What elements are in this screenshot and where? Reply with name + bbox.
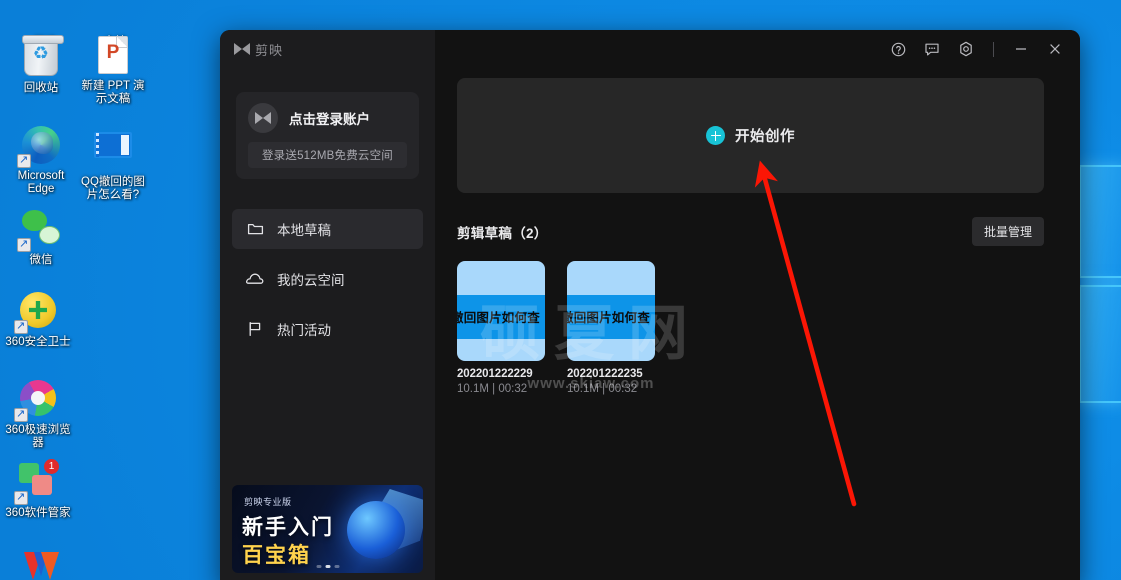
360-browser-icon — [14, 380, 60, 422]
draft-name: 202201222229 — [457, 368, 533, 380]
promo-orb-decor — [347, 501, 405, 559]
desktop-icon-qq-video[interactable]: QQ撤回的图 片怎么看? — [76, 126, 150, 202]
desktop-icon-label: Microsoft — [17, 170, 65, 182]
desktop-icon-label: 360软件管家 — [5, 507, 71, 519]
edge-browser-icon — [17, 126, 63, 168]
wechat-icon — [17, 210, 63, 252]
desktop-icon-label: 回收站 — [23, 82, 59, 94]
desktop-icon-recycle-bin[interactable]: 回收站 — [4, 35, 78, 95]
drafts-grid: 撤回图片如何查 202201222229 10.1M | 00:32 撤回图片如… — [457, 261, 1044, 395]
badge-count: 1 — [44, 459, 59, 474]
flag-icon — [246, 320, 264, 338]
desktop-icon-label: 新建 PPT 演 — [81, 80, 145, 92]
minimize-button[interactable] — [1006, 35, 1036, 63]
jianying-app-window: 剪映 点击登录账户 登录送512MB免费云空间 本地草稿 我的云空间 热门活动 … — [220, 30, 1080, 580]
app-brand-label: 剪映 — [255, 42, 284, 58]
draft-meta: 10.1M | 00:32 — [567, 383, 638, 395]
draft-name: 202201222235 — [567, 368, 643, 380]
drafts-title: 剪辑草稿（2） — [457, 225, 548, 241]
desktop-icon-label-2: 器 — [32, 437, 44, 449]
draft-thumbnail[interactable]: 撤回图片如何查 — [567, 261, 655, 361]
window-controls — [883, 35, 1080, 63]
gear-icon[interactable] — [951, 35, 981, 63]
desktop-icon-label: 微信 — [29, 254, 53, 266]
sidebar-item-local-drafts[interactable]: 本地草稿 — [232, 209, 423, 249]
account-promo-label: 登录送512MB免费云空间 — [248, 142, 407, 168]
account-login-label: 点击登录账户 — [289, 112, 370, 127]
help-icon[interactable] — [883, 35, 913, 63]
video-file-icon — [91, 132, 135, 172]
desktop-icon-edge[interactable]: Microsoft Edge — [4, 126, 78, 196]
desktop-icon-label-2: 片怎么看? — [86, 189, 140, 201]
desktop-icon-360-browser[interactable]: 360极速浏览 器 — [1, 378, 75, 450]
desktop-icon-label: 360安全卫士 — [5, 336, 71, 348]
sidebar-nav: 本地草稿 我的云空间 热门活动 — [220, 209, 435, 359]
draft-thumbnail[interactable]: 撤回图片如何查 — [457, 261, 545, 361]
thumbnail-text: 撤回图片如何查 — [457, 311, 540, 325]
desktop-icon-wps[interactable] — [4, 548, 78, 580]
promo-line-1: 新手入门 — [242, 516, 334, 539]
desktop-icon-label-2: Edge — [27, 183, 55, 195]
jianying-logo-icon — [234, 43, 250, 55]
recycle-bin-icon — [19, 35, 64, 78]
batch-manage-button[interactable]: 批量管理 — [971, 217, 1044, 246]
screen-root: 网络 文档 回收站 新建 PPT 演 示文稿 Microsoft Edge QQ… — [0, 0, 1121, 580]
cloud-icon — [246, 270, 264, 288]
account-login-card[interactable]: 点击登录账户 登录送512MB免费云空间 — [236, 92, 419, 179]
360-safe-icon — [14, 292, 60, 334]
desktop-icon-label: QQ撤回的图 — [81, 176, 145, 188]
avatar — [248, 103, 278, 133]
app-brand: 剪映 — [234, 40, 283, 59]
desktop-icon-wechat[interactable]: 微信 — [4, 207, 78, 267]
folder-icon — [246, 220, 264, 238]
360-software-manager-icon: 1 — [14, 459, 60, 505]
drafts-header: 剪辑草稿（2） 批量管理 — [457, 217, 1044, 246]
close-button[interactable] — [1040, 35, 1070, 63]
desktop-icon-360-safe[interactable]: 360安全卫士 — [1, 290, 75, 349]
draft-meta: 10.1M | 00:32 — [457, 383, 528, 395]
thumbnail-text: 撤回图片如何查 — [567, 311, 650, 325]
windows-logo-wallpaper — [1075, 165, 1121, 405]
promo-banner[interactable]: 剪映专业版 新手入门 百宝箱 — [232, 485, 423, 573]
promo-logo-label: 剪映专业版 — [244, 497, 292, 507]
promo-pagination-dots[interactable] — [316, 565, 339, 568]
sidebar-item-label: 热门活动 — [277, 323, 331, 338]
start-creating-button[interactable]: 开始创作 — [457, 78, 1044, 193]
app-main-content: 开始创作 剪辑草稿（2） 批量管理 撤回图片如何查 202201222229 1… — [435, 30, 1080, 580]
promo-line-2: 百宝箱 — [242, 544, 311, 567]
titlebar-divider — [993, 41, 994, 57]
sidebar-item-label: 本地草稿 — [277, 223, 331, 238]
draft-card[interactable]: 撤回图片如何查 202201222229 10.1M | 00:32 — [457, 261, 545, 395]
desktop-icon-label-2: 示文稿 — [95, 93, 131, 105]
plus-icon — [706, 126, 725, 145]
desktop-icon-360-manager[interactable]: 1 360软件管家 — [1, 459, 75, 520]
sidebar-item-label: 我的云空间 — [277, 273, 345, 288]
desktop-icon-label: 360极速浏览 — [5, 424, 71, 436]
feedback-icon[interactable] — [917, 35, 947, 63]
draft-card[interactable]: 撤回图片如何查 202201222235 10.1M | 00:32 — [567, 261, 655, 395]
sidebar-item-cloud-space[interactable]: 我的云空间 — [232, 259, 423, 299]
start-creating-label: 开始创作 — [735, 129, 795, 145]
app-sidebar: 点击登录账户 登录送512MB免费云空间 本地草稿 我的云空间 热门活动 剪映专… — [220, 30, 435, 580]
sidebar-item-hot-activities[interactable]: 热门活动 — [232, 309, 423, 349]
desktop-icon-ppt[interactable]: 新建 PPT 演 示文稿 — [76, 36, 150, 106]
wps-office-icon — [19, 552, 63, 580]
powerpoint-file-icon — [91, 36, 135, 76]
